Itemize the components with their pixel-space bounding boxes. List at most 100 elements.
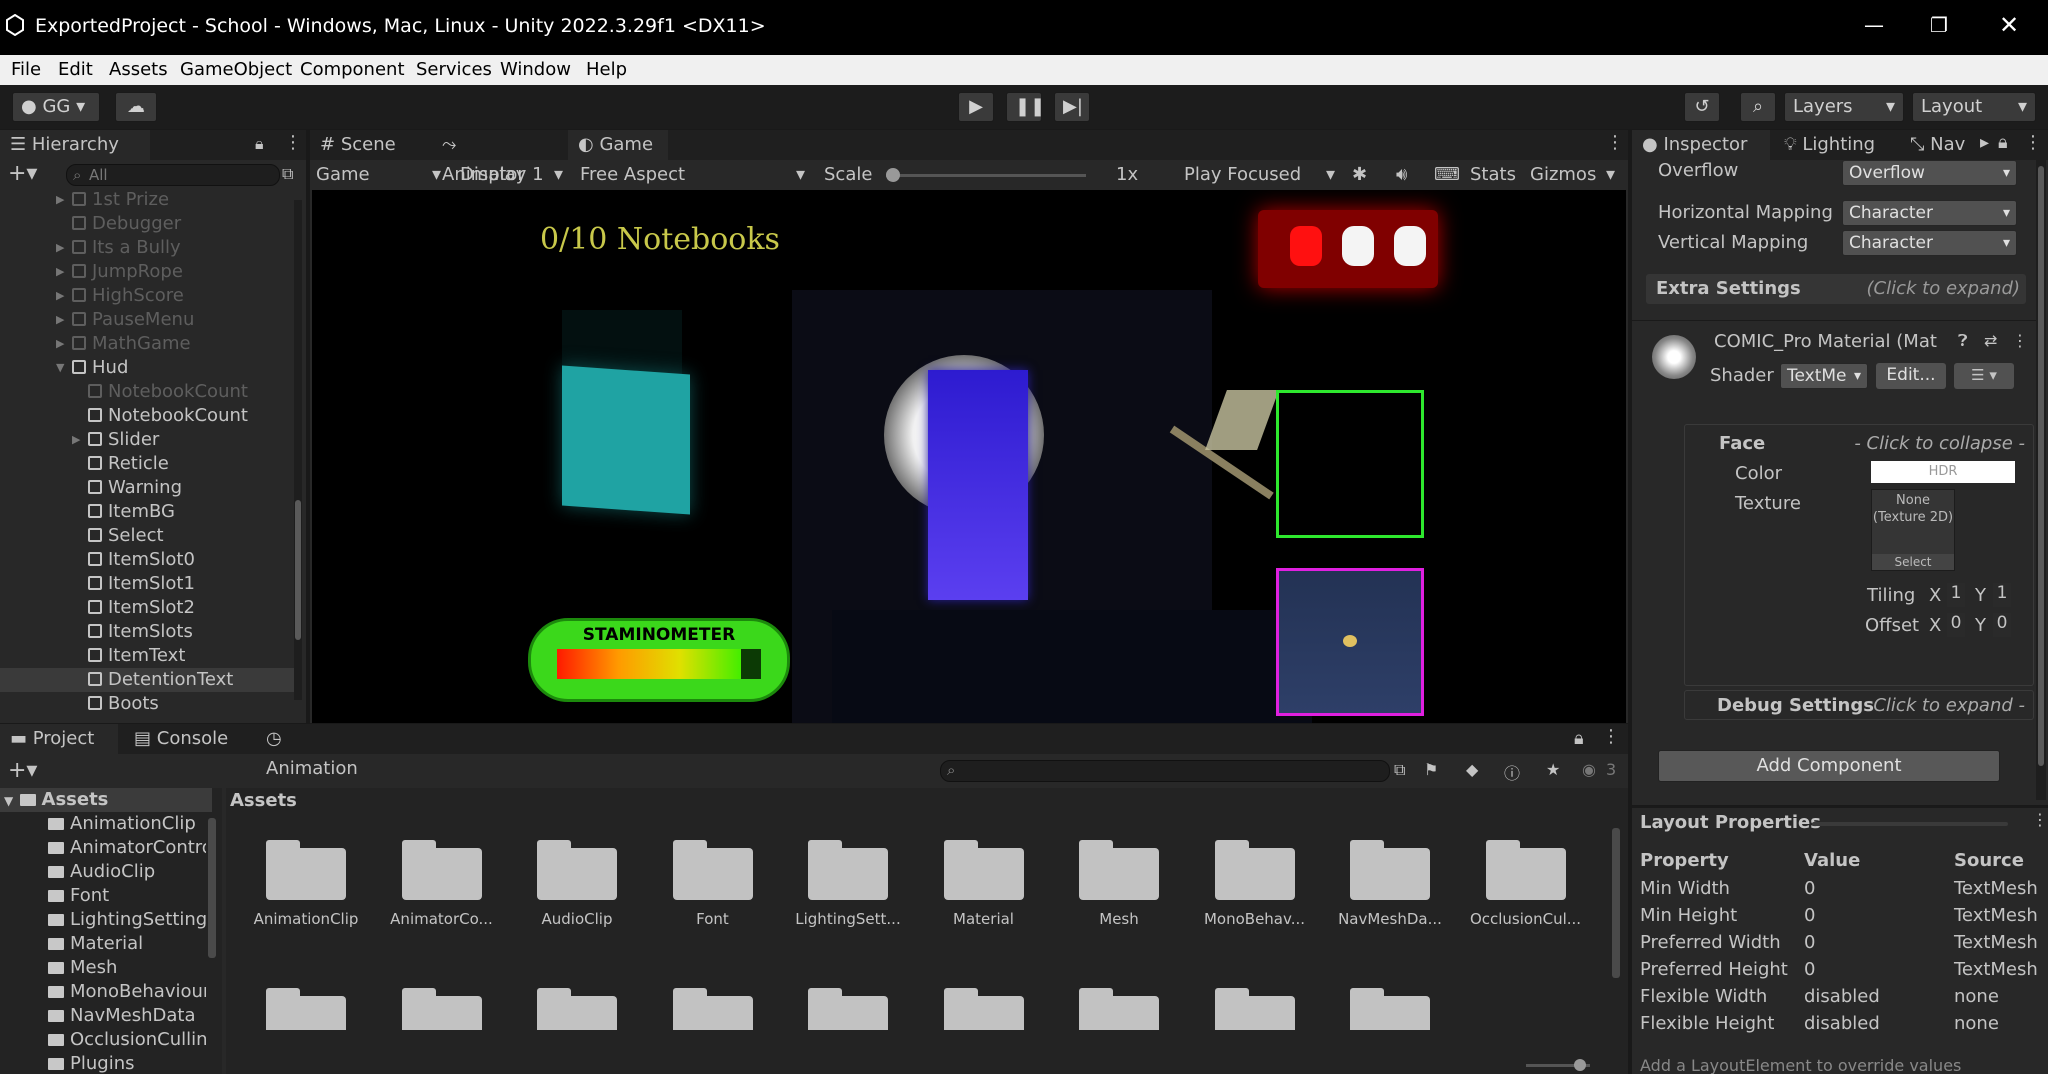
shader-dropdown[interactable]: TextMe [1780, 363, 1868, 389]
kebab-menu-icon[interactable]: ⋮ [1602, 726, 1620, 747]
tab-lighting[interactable]: 💡︎ Lighting [1774, 130, 1894, 160]
hierarchy-scrollbar[interactable] [294, 200, 302, 700]
asset-folder-label[interactable]: LightingSett... [783, 910, 913, 928]
menu-services[interactable]: Services [416, 59, 492, 80]
minimize-button[interactable]: — [1864, 13, 1884, 37]
tiling-y-field[interactable]: 1 [1993, 583, 2011, 607]
asset-folder-icon[interactable] [401, 986, 482, 1030]
texture-select-button[interactable]: Select [1872, 554, 1954, 570]
tree-folder-item[interactable]: AudioClip [0, 860, 206, 884]
tree-folder-item[interactable]: OcclusionCullin [0, 1028, 206, 1052]
menu-window[interactable]: Window [500, 59, 571, 80]
face-hint[interactable]: - Click to collapse - [1854, 433, 2025, 454]
menu-component[interactable]: Component [300, 59, 405, 80]
lock-icon[interactable]: 🔒︎ [1998, 132, 2008, 153]
tree-folder-item[interactable]: NavMeshData [0, 1004, 206, 1028]
keyboard-icon[interactable]: ⌨ [1434, 160, 1460, 190]
asset-folder-icon[interactable] [1079, 838, 1159, 900]
scene-icon[interactable]: ⧉ [282, 164, 293, 184]
hierarchy-item[interactable]: ItemText [0, 644, 294, 668]
tiling-x-field[interactable]: 1 [1947, 583, 1965, 607]
hidden-packages-icon[interactable]: ◉ [1582, 760, 1596, 779]
edit-shader-button[interactable]: Edit... [1876, 363, 1946, 389]
asset-folder-icon[interactable] [1350, 986, 1430, 1030]
collapse-arrow-icon[interactable]: ▶ [56, 236, 64, 260]
step-button[interactable]: ▶| [1054, 92, 1090, 122]
overflow-dropdown[interactable]: Overflow [1842, 160, 2017, 186]
hierarchy-item[interactable]: ▶ HighScore [0, 284, 294, 308]
texture-slot[interactable]: None (Texture 2D) Select [1871, 489, 1955, 571]
tab-scene[interactable]: # Scene [310, 130, 410, 160]
kebab-menu-icon[interactable]: ⋮ [2012, 331, 2028, 350]
hierarchy-item[interactable]: ▶ MathGame [0, 332, 294, 356]
history-button[interactable]: ↺ [1684, 92, 1720, 122]
layers-dropdown[interactable]: Layers ▾ [1784, 92, 1904, 122]
kebab-menu-icon[interactable]: ⋮ [1606, 132, 1624, 153]
close-button[interactable]: ✕ [1999, 11, 2019, 39]
collapse-arrow-icon[interactable]: ▶ [56, 332, 64, 356]
chevron-down-icon[interactable]: ▾ [1606, 160, 1615, 190]
tree-folder-item[interactable]: AnimationClip [0, 812, 206, 836]
warning-filter-icon[interactable]: ⓘ [1504, 760, 1520, 784]
stats-button[interactable]: Stats [1470, 160, 1516, 190]
chevron-right-icon[interactable]: ▸ [1980, 132, 1989, 153]
help-icon[interactable]: ❓︎ [1958, 331, 1968, 351]
hierarchy-item[interactable]: ItemSlot0 [0, 548, 294, 572]
extra-settings-foldout[interactable]: Extra Settings (Click to expand) [1646, 274, 2026, 304]
hierarchy-item[interactable]: Select [0, 524, 294, 548]
menu-gameobject[interactable]: GameObject [180, 59, 292, 80]
offset-x-field[interactable]: 0 [1947, 613, 1965, 637]
asset-folder-icon[interactable] [672, 986, 753, 1030]
expand-arrow-icon[interactable]: ▼ [56, 356, 64, 380]
debug-settings-foldout[interactable]: Debug Settings Click to expand - [1684, 690, 2034, 720]
hierarchy-item[interactable]: ItemSlots [0, 620, 294, 644]
play-focused-dropdown[interactable]: Play Focused [1184, 160, 1334, 190]
cloud-button[interactable]: ☁ [115, 92, 157, 122]
asset-folder-label[interactable]: AnimatorCo... [377, 910, 507, 928]
tree-folder-item[interactable]: LightingSettings [0, 908, 206, 932]
display-mode-dropdown[interactable]: Game ▾ [316, 160, 442, 190]
gizmos-button[interactable]: Gizmos [1530, 160, 1596, 190]
create-dropdown[interactable]: +▾ [8, 758, 37, 783]
horizontal-mapping-dropdown[interactable]: Character [1842, 200, 2017, 226]
tree-folder-item[interactable]: MonoBehaviour [0, 980, 206, 1004]
asset-folder-icon[interactable] [808, 838, 888, 900]
hierarchy-item[interactable]: DetentionText [0, 668, 294, 692]
tree-root-assets[interactable]: ▼ Assets [0, 788, 212, 812]
tree-folder-item[interactable]: Mesh [0, 956, 206, 980]
asset-folder-icon[interactable] [266, 986, 346, 1030]
layout-dropdown[interactable]: Layout ▾ [1912, 92, 2036, 122]
shader-options-button[interactable]: ☰ ▾ [1954, 363, 2014, 389]
asset-folder-icon[interactable] [1485, 838, 1566, 900]
asset-folder-icon[interactable] [1214, 838, 1295, 900]
menu-file[interactable]: File [11, 59, 41, 80]
hierarchy-item[interactable]: ▶ 1st Prize [0, 188, 294, 212]
search-by-type-icon[interactable]: ⧉ [1394, 760, 1405, 780]
asset-folder-label[interactable]: AudioClip [512, 910, 642, 928]
tab-inspector[interactable]: ● Inspector [1632, 130, 1770, 160]
pause-button[interactable]: ❚❚ [1006, 92, 1045, 122]
asset-folder-icon[interactable] [943, 838, 1024, 900]
hierarchy-search-input[interactable]: ⌕ All [66, 164, 280, 186]
asset-folder-icon[interactable] [266, 838, 346, 900]
tree-folder-item[interactable]: Plugins [0, 1052, 206, 1074]
collapse-arrow-icon[interactable]: ▶ [56, 260, 64, 284]
hierarchy-item[interactable]: ItemSlot1 [0, 572, 294, 596]
kebab-menu-icon[interactable]: ⋮ [2024, 132, 2042, 153]
tab-animation[interactable]: ◷ Animation [256, 724, 386, 779]
hierarchy-item[interactable]: Warning [0, 476, 294, 500]
tree-folder-item[interactable]: AnimatorContro [0, 836, 206, 860]
inspector-scrollbar[interactable] [2036, 160, 2046, 800]
tab-hierarchy[interactable]: ☰ Hierarchy [0, 130, 150, 160]
asset-folder-label[interactable]: NavMeshDa... [1325, 910, 1455, 928]
asset-folder-icon[interactable] [672, 838, 753, 900]
mute-audio-icon[interactable]: 🔊︎ [1396, 160, 1407, 190]
breadcrumb-assets[interactable]: Assets [230, 790, 297, 811]
zoom-slider[interactable] [1526, 1059, 1590, 1071]
kebab-menu-icon[interactable]: ⋮ [284, 132, 302, 153]
asset-folder-label[interactable]: Material [919, 910, 1049, 928]
asset-folder-label[interactable]: Mesh [1054, 910, 1184, 928]
maximize-button[interactable]: ❐ [1930, 13, 1948, 37]
collapse-arrow-icon[interactable]: ▶ [72, 428, 80, 452]
vertical-mapping-dropdown[interactable]: Character [1842, 230, 2017, 256]
